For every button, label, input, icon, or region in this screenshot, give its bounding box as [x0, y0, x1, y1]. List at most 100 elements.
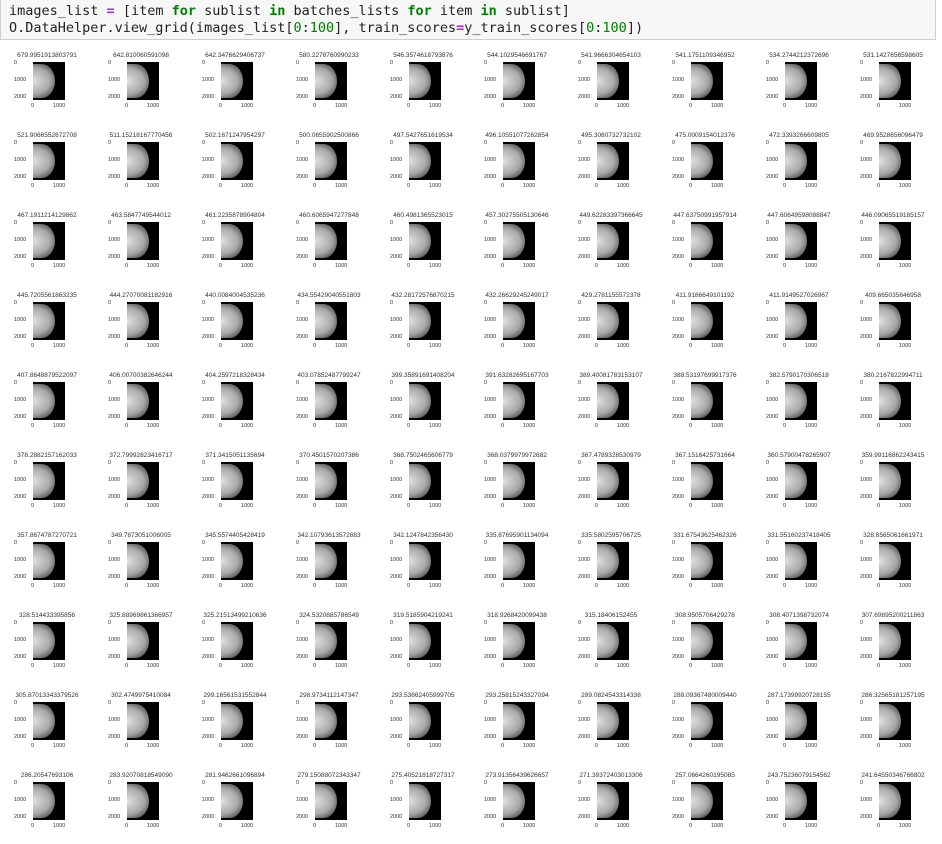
y-tick-label: 1000 — [390, 317, 403, 323]
code-token: in — [269, 3, 286, 19]
score-title: 429.2781155572378 — [581, 292, 641, 299]
code-cell[interactable]: images_list = [item for sublist in batch… — [0, 0, 936, 40]
y-tick-label: 2000 — [578, 174, 591, 180]
breast-tissue-shape — [503, 624, 525, 658]
x-tick-label: 1000 — [147, 583, 160, 589]
y-tick-label: 1000 — [14, 797, 27, 803]
mammogram-thumbnail — [315, 782, 347, 820]
y-tick-label: 2000 — [108, 414, 121, 420]
mammogram-thumbnail — [409, 702, 441, 740]
x-tick-label: 1000 — [241, 823, 254, 829]
mammogram-thumbnail — [221, 62, 253, 100]
x-tick-label: 1000 — [53, 823, 66, 829]
x-tick-label: 1000 — [523, 183, 536, 189]
x-tick-label: 1000 — [523, 343, 536, 349]
y-tick-label: 1000 — [108, 557, 121, 563]
mammogram-thumbnail — [785, 622, 817, 660]
mammogram-thumbnail — [597, 702, 629, 740]
y-tick-label: 0 — [108, 380, 112, 386]
breast-tissue-shape — [691, 144, 713, 178]
breast-tissue-shape — [315, 384, 337, 418]
y-tick-label: 0 — [860, 220, 864, 226]
y-tick-label: 2000 — [672, 254, 685, 260]
score-title: 359.99116862243415 — [861, 452, 925, 459]
mammogram-thumbnail — [691, 622, 723, 660]
mammogram-thumbnail — [879, 222, 911, 260]
code-token: ], train_scores — [334, 20, 457, 36]
score-title: 368.7502465606779 — [393, 452, 453, 459]
y-tick-label: 2000 — [672, 334, 685, 340]
code-token: O.DataHelper.view_grid(images_list[ — [9, 20, 294, 36]
y-tick-label: 2000 — [390, 174, 403, 180]
score-title: 302.4749975410084 — [111, 692, 171, 699]
mammogram-thumbnail — [691, 542, 723, 580]
x-tick-label: 1000 — [617, 423, 630, 429]
y-tick-label: 1000 — [296, 477, 309, 483]
mammogram-thumbnail — [785, 782, 817, 820]
y-tick-label: 0 — [108, 300, 112, 306]
breast-tissue-shape — [127, 544, 149, 578]
breast-tissue-shape — [691, 544, 713, 578]
x-tick-label: 0 — [595, 823, 599, 829]
x-tick-label: 0 — [31, 503, 35, 509]
y-tick-label: 0 — [860, 780, 864, 786]
x-tick-label: 0 — [689, 103, 693, 109]
x-tick-label: 0 — [125, 183, 129, 189]
y-tick-label: 0 — [860, 380, 864, 386]
score-title: 469.9528656096479 — [863, 132, 923, 139]
y-tick-label: 1000 — [390, 797, 403, 803]
mammogram-thumbnail — [879, 302, 911, 340]
breast-tissue-shape — [409, 544, 431, 578]
y-tick-label: 0 — [296, 60, 300, 66]
y-tick-label: 0 — [296, 780, 300, 786]
y-tick-label: 0 — [202, 220, 206, 226]
x-tick-label: 1000 — [335, 263, 348, 269]
y-tick-label: 0 — [578, 140, 582, 146]
score-title: 349.7873051006005 — [111, 532, 171, 539]
breast-tissue-shape — [221, 304, 243, 338]
y-tick-label: 0 — [484, 780, 488, 786]
image-tile: 544.1029546691767 0 1000 2000 0 1000 — [470, 44, 564, 124]
x-tick-label: 0 — [877, 183, 881, 189]
score-title: 286.32565181257195 — [861, 692, 925, 699]
x-tick-label: 1000 — [805, 183, 818, 189]
y-tick-label: 0 — [390, 220, 394, 226]
x-tick-label: 1000 — [335, 663, 348, 669]
breast-tissue-shape — [33, 704, 55, 738]
breast-tissue-shape — [33, 64, 55, 98]
breast-tissue-shape — [33, 784, 55, 818]
y-tick-label: 1000 — [390, 477, 403, 483]
x-tick-label: 1000 — [523, 663, 536, 669]
x-tick-label: 0 — [501, 343, 505, 349]
y-tick-label: 1000 — [672, 557, 685, 563]
code-token: 0 — [293, 20, 302, 36]
y-tick-label: 2000 — [202, 254, 215, 260]
breast-tissue-shape — [221, 224, 243, 258]
score-title: 257.0664260195085 — [675, 772, 735, 779]
image-tile: 457.30275505130646 0 1000 2000 0 1000 — [470, 204, 564, 284]
x-tick-label: 1000 — [805, 743, 818, 749]
x-tick-label: 1000 — [617, 183, 630, 189]
image-tile: 299.16561531552844 0 1000 2000 0 1000 — [188, 684, 282, 764]
y-tick-label: 2000 — [484, 174, 497, 180]
image-tile: 546.3574618793876 0 1000 2000 0 1000 — [376, 44, 470, 124]
y-tick-label: 0 — [484, 140, 488, 146]
y-tick-label: 2000 — [484, 414, 497, 420]
y-tick-label: 0 — [766, 60, 770, 66]
y-tick-label: 2000 — [860, 654, 873, 660]
score-title: 371.3415051135694 — [205, 452, 265, 459]
breast-tissue-shape — [33, 544, 55, 578]
y-tick-label: 1000 — [108, 797, 121, 803]
y-tick-label: 1000 — [202, 77, 215, 83]
image-tile: 342.10793613572683 0 1000 2000 0 1000 — [282, 524, 376, 604]
x-tick-label: 0 — [219, 743, 223, 749]
score-title: 331.55160237418405 — [767, 532, 831, 539]
y-tick-label: 2000 — [202, 654, 215, 660]
mammogram-thumbnail — [33, 782, 65, 820]
x-tick-label: 1000 — [523, 263, 536, 269]
score-title: 335.5802595706725 — [581, 532, 641, 539]
y-tick-label: 2000 — [578, 94, 591, 100]
x-tick-label: 0 — [219, 343, 223, 349]
y-tick-label: 0 — [390, 380, 394, 386]
x-tick-label: 1000 — [711, 743, 724, 749]
